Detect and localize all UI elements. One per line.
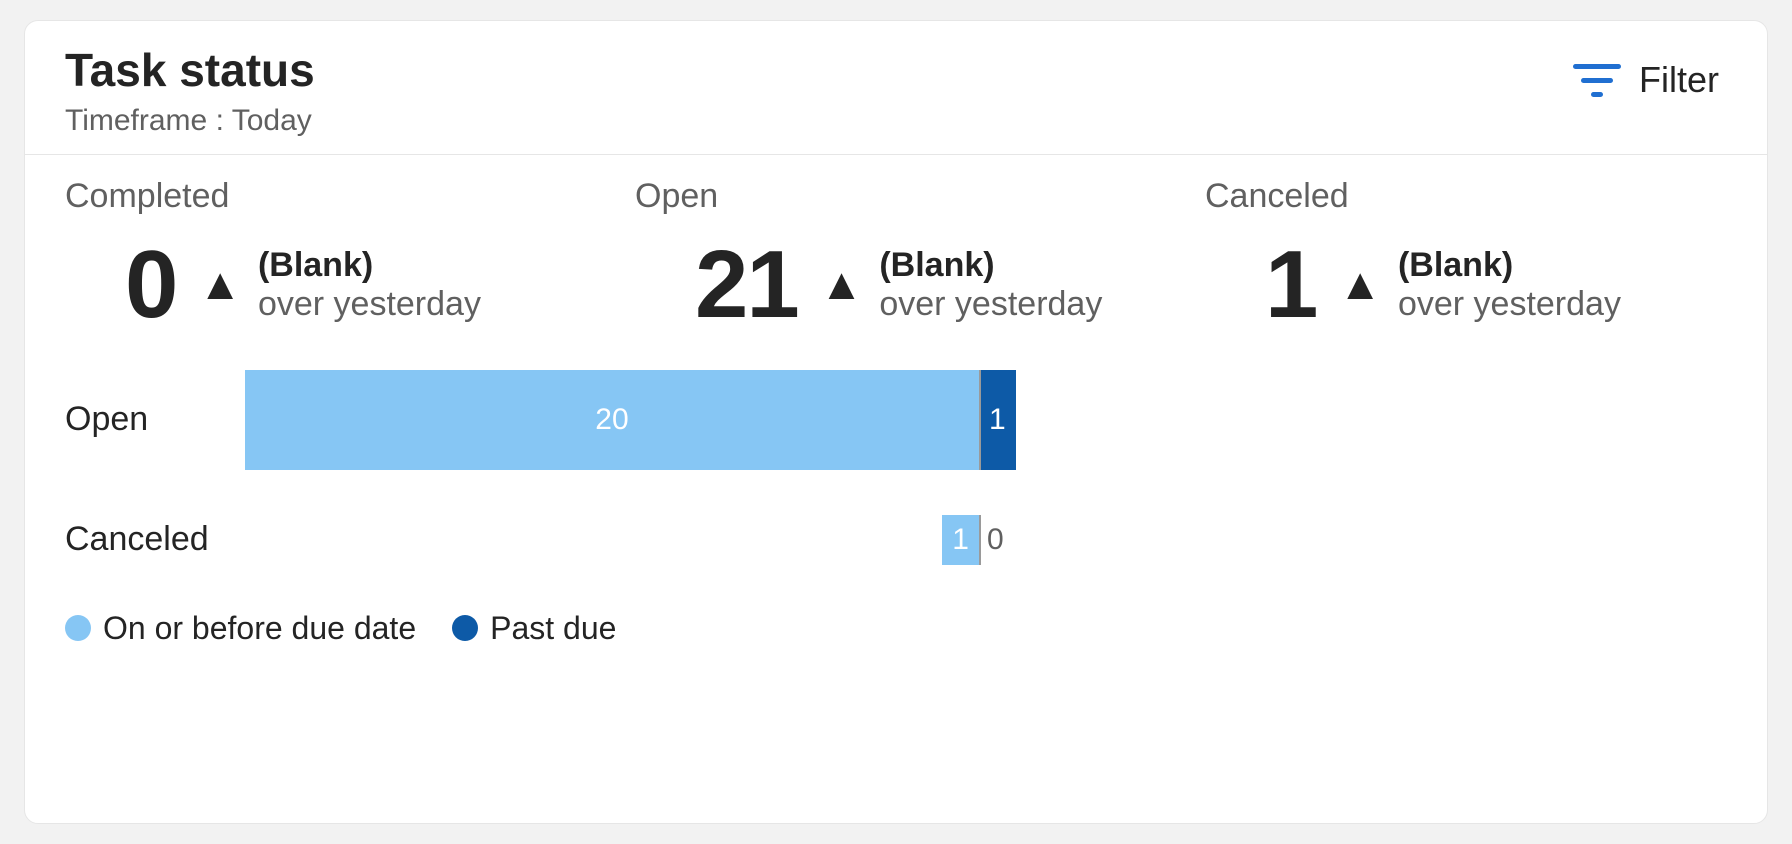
legend-swatch-icon [452,615,478,641]
trend-caption: over yesterday [258,285,481,324]
card-header: Task status Timeframe : Today Filter [25,21,1767,155]
chart-row-open: Open 201 [65,360,1727,480]
metric-trend: ▲ (Blank) over yesterday [820,246,1103,324]
filter-button[interactable]: Filter [1565,51,1727,109]
trend-up-icon: ▲ [1338,263,1382,307]
chart-row-canceled: Canceled 10 [65,480,1727,600]
legend-item-on-or-before: On or before due date [65,610,416,647]
chart-divider-line [979,370,981,470]
legend-label: On or before due date [103,610,416,647]
chart-bars[interactable]: 201 [245,370,1727,470]
trend-up-icon: ▲ [198,263,242,307]
chart-legend: On or before due date Past due [25,604,1767,665]
metric-label: Canceled [1205,177,1727,216]
metric-label: Open [635,177,1157,216]
chart-category-label: Canceled [65,520,245,559]
bar-on-or-before[interactable]: 20 [245,370,979,470]
filter-icon [1573,62,1621,98]
metric-completed: Completed 0 ▲ (Blank) over yesterday [65,177,587,340]
legend-item-past-due: Past due [452,610,616,647]
bar-past-due[interactable]: 1 [979,370,1016,470]
legend-swatch-icon [65,615,91,641]
metrics-row: Completed 0 ▲ (Blank) over yesterday Ope… [25,155,1767,352]
bar-on-or-before[interactable]: 1 [942,515,979,565]
trend-caption: over yesterday [1398,285,1621,324]
trend-delta: (Blank) [1398,246,1621,285]
filter-label: Filter [1639,59,1719,101]
card-subtitle: Timeframe : Today [65,104,315,138]
metric-open: Open 21 ▲ (Blank) over yesterday [635,177,1157,340]
trend-up-icon: ▲ [820,263,864,307]
chart-divider-line [979,515,981,565]
metric-value: 0 [125,230,176,340]
task-status-card: Task status Timeframe : Today Filter Com… [24,20,1768,824]
metric-label: Completed [65,177,587,216]
trend-delta: (Blank) [879,246,1102,285]
metric-trend: ▲ (Blank) over yesterday [198,246,481,324]
card-title: Task status [65,45,315,96]
chart-bars[interactable]: 10 [245,490,1727,590]
task-status-chart: Open 201 Canceled 10 [25,352,1767,604]
trend-delta: (Blank) [258,246,481,285]
bar-past-due[interactable]: 0 [979,515,1024,565]
metric-canceled: Canceled 1 ▲ (Blank) over yesterday [1205,177,1727,340]
metric-value: 1 [1265,230,1316,340]
card-title-block: Task status Timeframe : Today [65,45,315,138]
metric-trend: ▲ (Blank) over yesterday [1338,246,1621,324]
metric-value: 21 [695,230,798,340]
trend-caption: over yesterday [879,285,1102,324]
chart-category-label: Open [65,400,245,439]
legend-label: Past due [490,610,616,647]
